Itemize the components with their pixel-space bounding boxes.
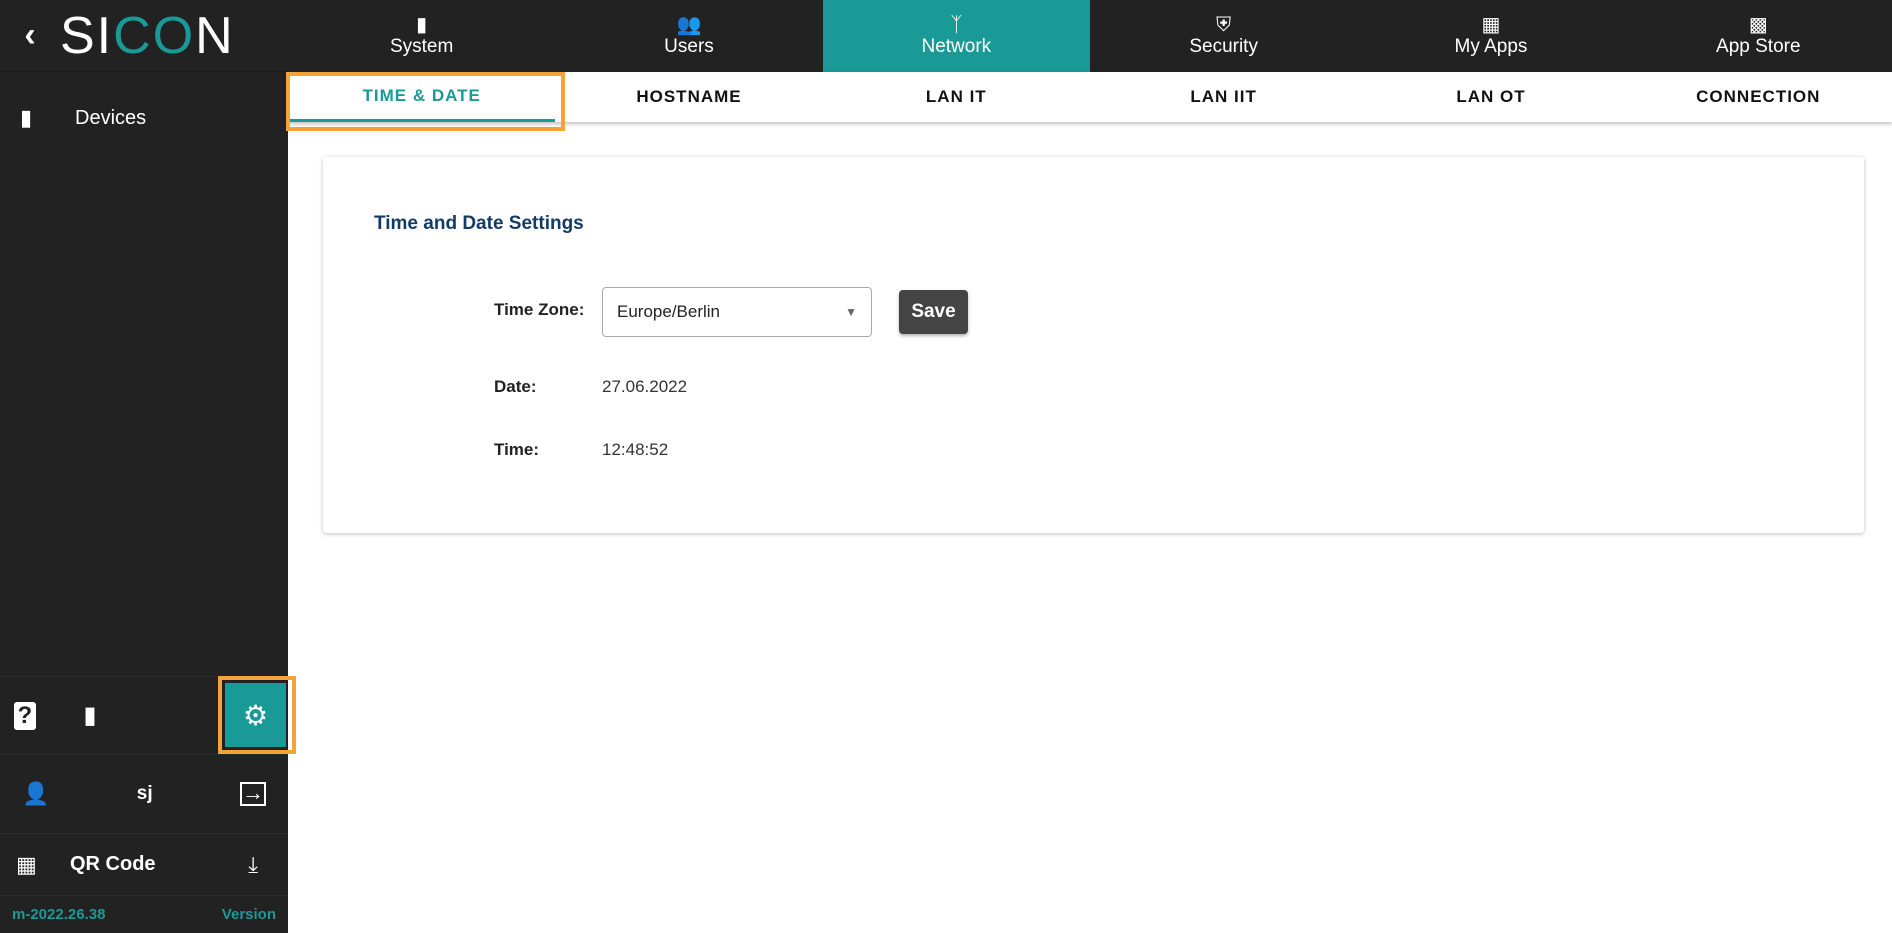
grid-icon: ▦ <box>1481 14 1501 36</box>
nav-users[interactable]: 👥 Users <box>555 0 822 72</box>
tab-connection[interactable]: CONNECTION <box>1625 72 1892 122</box>
tab-hostname[interactable]: HOSTNAME <box>555 72 822 122</box>
tab-lan-ot[interactable]: LAN OT <box>1357 72 1624 122</box>
store-icon: ▩ <box>1748 14 1768 36</box>
time-date-card: Time and Date Settings Time Zone: Europe… <box>323 157 1864 533</box>
timezone-label: Time Zone: <box>494 300 585 319</box>
settings-button[interactable]: ⚙ <box>218 676 296 754</box>
top-nav: ▮ System 👥 Users ᛉ Network ⛨ Security ▦ My Ap… <box>288 0 1892 72</box>
build-id: m-2022.26.38 <box>12 906 106 923</box>
dropdown-arrow-icon: ▼ <box>845 305 857 319</box>
download-icon[interactable]: ⤓ <box>248 852 258 878</box>
nav-label: Network <box>921 36 992 57</box>
tab-lan-it[interactable]: LAN IT <box>823 72 1090 122</box>
save-button[interactable]: Save <box>899 290 968 334</box>
nav-label: App Store <box>1716 36 1801 57</box>
qr-code-label: QR Code <box>70 853 156 875</box>
user-check-icon: 👤 <box>22 781 50 806</box>
logout-icon[interactable]: → <box>239 782 266 806</box>
nav-label: Security <box>1189 36 1258 57</box>
version-link[interactable]: Version <box>222 906 276 923</box>
qr-code-icon: ▦ <box>16 851 37 877</box>
qr-code-row[interactable]: ▦ QR Code ⤓ <box>0 833 288 895</box>
help-icon[interactable]: ? <box>13 701 36 730</box>
gear-icon: ⚙ <box>242 699 269 731</box>
username: sj <box>136 783 153 804</box>
sidebar-item-devices[interactable]: ▮ Devices <box>0 72 288 164</box>
plug-icon: ▮ <box>20 105 33 130</box>
nav-label: System <box>389 36 454 57</box>
nav-label: My Apps <box>1454 36 1528 57</box>
nav-my-apps[interactable]: ▦ My Apps <box>1357 0 1624 72</box>
plug-icon: ▮ <box>416 14 428 36</box>
nav-app-store[interactable]: ▩ App Store <box>1625 0 1892 72</box>
back-chevron-icon[interactable]: ‹ <box>0 16 60 55</box>
nav-system[interactable]: ▮ System <box>288 0 555 72</box>
sicon-logo: SICON <box>60 6 235 65</box>
devices-label: Devices <box>75 106 147 129</box>
time-value: 12:48:52 <box>602 440 669 459</box>
nav-network[interactable]: ᛉ Network <box>822 0 1090 72</box>
card-title: Time and Date Settings <box>374 213 584 234</box>
tab-highlight <box>286 72 565 131</box>
tab-lan-iit[interactable]: LAN IIT <box>1090 72 1357 122</box>
sidebar: ‹ SICON ▮ Devices ? ▮ ⚙ 👤 sj → ▦ QR Code… <box>0 0 296 933</box>
timezone-select[interactable]: Europe/Berlin ▼ <box>602 287 872 337</box>
date-value: 27.06.2022 <box>602 377 688 396</box>
nav-security[interactable]: ⛨ Security <box>1090 0 1357 72</box>
users-icon: 👥 <box>676 14 702 36</box>
timezone-value: Europe/Berlin <box>617 302 721 321</box>
ethernet-icon[interactable]: ▮ <box>83 701 96 730</box>
nav-label: Users <box>664 36 714 57</box>
time-label: Time: <box>494 440 540 459</box>
network-icon: ᛉ <box>950 14 963 36</box>
shield-icon: ⛨ <box>1216 14 1232 36</box>
date-label: Date: <box>494 377 537 396</box>
